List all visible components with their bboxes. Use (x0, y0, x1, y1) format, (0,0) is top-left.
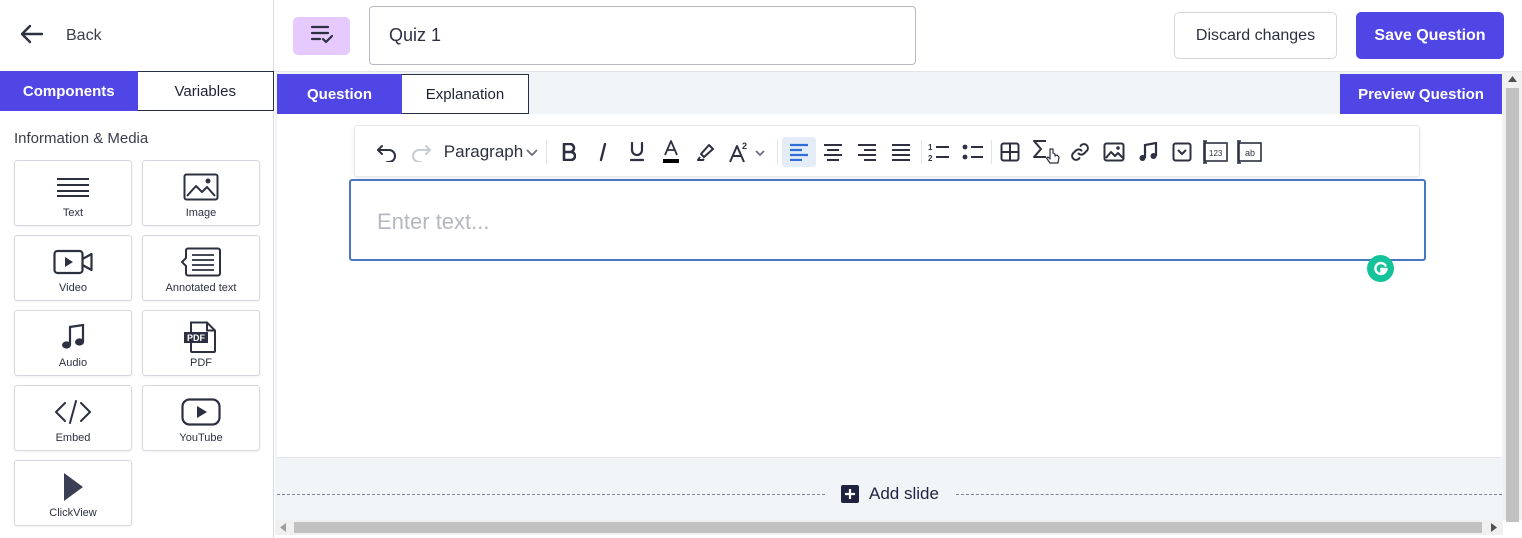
tab-question[interactable]: Question (277, 74, 402, 114)
back-label: Back (66, 27, 102, 44)
component-label: Video (59, 282, 87, 294)
component-label: Annotated text (165, 282, 237, 294)
align-right-icon[interactable] (853, 137, 881, 167)
component-image[interactable]: Image (142, 160, 260, 226)
horizontal-scrollbar[interactable] (275, 520, 1503, 535)
component-sidebar: Back Components Variables Information & … (0, 0, 274, 538)
component-video[interactable]: Video (14, 235, 132, 301)
quiz-type-button[interactable] (293, 17, 350, 55)
play-triangle-icon (62, 471, 84, 503)
svg-text:PDF: PDF (187, 333, 206, 343)
ordered-list-icon[interactable]: 12 (925, 137, 953, 167)
quiz-title-input[interactable] (369, 6, 916, 65)
scroll-up-icon[interactable] (1508, 76, 1517, 82)
insert-dropdown-icon[interactable] (1168, 137, 1196, 167)
undo-icon[interactable] (373, 137, 401, 167)
component-embed[interactable]: Embed (14, 385, 132, 451)
preview-question-button[interactable]: Preview Question (1340, 74, 1502, 114)
align-center-icon[interactable] (819, 137, 847, 167)
music-note-icon (60, 321, 86, 353)
font-color-icon[interactable] (657, 137, 685, 167)
align-justify-icon[interactable] (887, 137, 915, 167)
paragraph-format-dropdown[interactable]: Paragraph (443, 137, 539, 167)
component-pdf[interactable]: PDF PDF (142, 310, 260, 376)
component-youtube[interactable]: YouTube (142, 385, 260, 451)
svg-text:123: 123 (1209, 149, 1223, 158)
video-icon (53, 246, 93, 278)
discard-changes-button[interactable]: Discard changes (1174, 12, 1337, 59)
svg-text:1: 1 (928, 143, 933, 152)
chevron-down-icon (526, 142, 538, 162)
arrow-left-icon (20, 24, 44, 49)
list-check-icon (310, 24, 334, 49)
back-button[interactable]: Back (20, 22, 102, 50)
annotated-text-icon (181, 246, 221, 278)
underline-icon[interactable] (623, 137, 651, 167)
component-label: ClickView (49, 507, 97, 519)
bold-icon[interactable] (555, 137, 583, 167)
toolbar-divider (921, 140, 922, 164)
scroll-right-icon[interactable] (1491, 523, 1497, 532)
component-label: YouTube (179, 432, 223, 444)
text-lines-icon (56, 171, 90, 203)
question-editor-screen: Back Components Variables Information & … (0, 0, 1522, 538)
toolbar-divider (777, 140, 778, 164)
highlight-icon[interactable] (691, 137, 719, 167)
svg-text:ab: ab (1245, 148, 1255, 158)
sigma-icon[interactable] (1030, 137, 1064, 167)
component-grid: Text Image Video Annotated text Audio PD… (14, 160, 260, 526)
divider-left (277, 494, 825, 495)
component-label: PDF (190, 357, 212, 369)
tab-components[interactable]: Components (0, 71, 138, 111)
plus-icon (841, 485, 859, 503)
component-text[interactable]: Text (14, 160, 132, 226)
top-bar: Discard changes Save Question (274, 0, 1522, 72)
toolbar-divider (991, 140, 992, 164)
sidebar-tabs: Components Variables (0, 71, 274, 111)
insert-image-icon[interactable] (1100, 137, 1128, 167)
vertical-scrollbar[interactable] (1503, 72, 1522, 522)
text-input-icon[interactable]: ab (1234, 137, 1264, 167)
component-annotated-text[interactable]: Annotated text (142, 235, 260, 301)
divider-right (956, 494, 1502, 495)
save-question-button[interactable]: Save Question (1356, 12, 1504, 59)
question-text-editor[interactable]: Enter text... (349, 179, 1426, 261)
pdf-icon: PDF (183, 321, 219, 353)
grammarly-icon[interactable] (1367, 255, 1394, 282)
component-label: Embed (55, 432, 91, 444)
youtube-icon (181, 396, 221, 428)
paragraph-label: Paragraph (443, 142, 524, 161)
section-title: Information & Media (14, 130, 149, 147)
superscript-icon[interactable]: 2 (725, 137, 771, 167)
tab-variables[interactable]: Variables (137, 71, 274, 111)
horizontal-scroll-thumb[interactable] (294, 522, 1482, 533)
svg-text:2: 2 (928, 154, 933, 162)
image-icon (183, 171, 219, 203)
rich-text-toolbar: Paragraph 2 1 2 123 ab (354, 125, 1420, 177)
component-label: Image (185, 207, 217, 219)
text-placeholder: Enter text... (377, 209, 490, 234)
link-icon[interactable] (1066, 137, 1094, 167)
italic-icon[interactable] (589, 137, 617, 167)
bullet-list-icon[interactable] (959, 137, 987, 167)
component-clickview[interactable]: ClickView (14, 460, 132, 526)
align-left-icon[interactable] (782, 137, 816, 167)
insert-audio-icon[interactable] (1134, 137, 1162, 167)
toolbar-divider (546, 140, 547, 164)
code-icon (54, 396, 92, 428)
svg-text:2: 2 (742, 141, 747, 151)
redo-icon[interactable] (407, 137, 435, 167)
question-tabs: Question Explanation (277, 74, 529, 114)
component-label: Audio (58, 357, 88, 369)
component-audio[interactable]: Audio (14, 310, 132, 376)
scroll-left-icon[interactable] (280, 523, 286, 532)
add-slide-button[interactable]: Add slide (841, 484, 939, 504)
number-input-icon[interactable]: 123 (1200, 137, 1230, 167)
vertical-scroll-thumb[interactable] (1506, 88, 1519, 522)
table-icon[interactable] (996, 137, 1024, 167)
tab-explanation[interactable]: Explanation (402, 74, 529, 114)
component-label: Text (62, 207, 84, 219)
add-slide-label: Add slide (869, 484, 939, 503)
